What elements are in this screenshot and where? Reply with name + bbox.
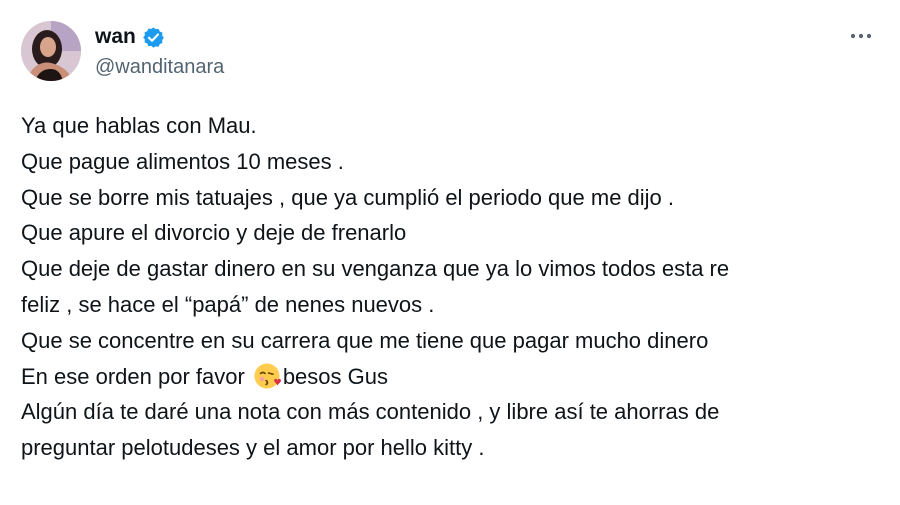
tweet-line: Que se concentre en su carrera que me ti… — [21, 327, 709, 353]
tweet-line: Que pague alimentos 10 meses . — [21, 148, 344, 174]
tweet-line: Ya que hablas con Mau. — [21, 113, 257, 138]
tweet-line: Que deje de gastar dinero en su venganza… — [21, 256, 730, 282]
verified-badge-icon — [142, 26, 165, 49]
author-handle[interactable]: @wanditanara — [95, 56, 224, 79]
tweet-card: wan @wanditanara Ya que hablas con Mau. … — [0, 0, 900, 505]
tweet-line-with-emoji: En ese orden por favor besos Gus — [21, 359, 881, 395]
tweet-text: Ya que hablas con Mau. Que pague aliment… — [21, 108, 881, 466]
tweet-line: feliz , se hace el “papá” de nenes nuevo… — [21, 291, 435, 317]
display-name[interactable]: wan — [95, 25, 136, 49]
tweet-line: Algún día te daré una nota con más conte… — [21, 399, 720, 425]
author-name-row: wan — [95, 24, 165, 50]
tweet-line: preguntar pelotudeses y el amor por hell… — [21, 435, 485, 461]
tweet-line: Que apure el divorcio y deje de frenarlo — [21, 220, 407, 246]
more-options-icon[interactable] — [846, 24, 876, 48]
tweet-line-text: besos Gus — [282, 363, 388, 389]
tweet-line-text: En ese orden por favor — [21, 363, 245, 389]
avatar[interactable] — [21, 21, 81, 81]
tweet-line: Que se borre mis tatuajes , que ya cumpl… — [21, 184, 675, 210]
profile-photo — [21, 21, 81, 81]
face-blowing-kiss-emoji — [253, 362, 281, 390]
